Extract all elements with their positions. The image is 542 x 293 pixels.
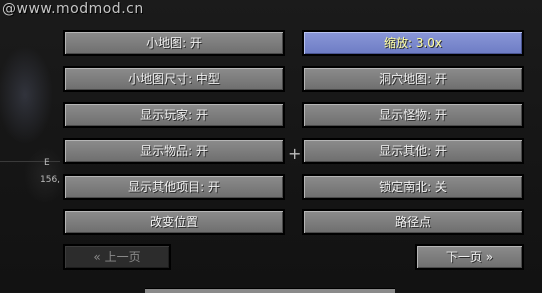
map-coordinate: 156, — [40, 175, 61, 185]
change-position-button[interactable]: 改变位置 — [63, 209, 285, 235]
watermark: @www.modmod.cn — [2, 1, 144, 17]
show-items-button[interactable]: 显示物品: 开 — [63, 138, 285, 164]
minimap-toggle-button[interactable]: 小地图: 开 — [63, 30, 285, 56]
map-grid-line — [0, 161, 60, 162]
next-page-button[interactable]: 下一页 » — [415, 244, 524, 270]
lock-north-button[interactable]: 锁定南北: 关 — [302, 174, 524, 200]
zoom-button[interactable]: 缩放: 3.0x — [302, 30, 524, 56]
previous-page-button[interactable]: « 上一页 — [63, 244, 171, 270]
show-others-button[interactable]: 显示其他: 开 — [302, 138, 524, 164]
crosshair-icon: + — [288, 144, 302, 163]
cave-map-button[interactable]: 洞穴地图: 开 — [302, 66, 524, 92]
map-axis-letter: E — [44, 158, 50, 168]
minimap-size-button[interactable]: 小地图尺寸: 中型 — [63, 66, 285, 92]
show-other-entities-button[interactable]: 显示其他项目: 开 — [63, 174, 285, 200]
show-mobs-button[interactable]: 显示怪物: 开 — [302, 102, 524, 128]
hotbar-edge — [145, 288, 395, 293]
show-players-button[interactable]: 显示玩家: 开 — [63, 102, 285, 128]
waypoints-button[interactable]: 路径点 — [302, 209, 524, 235]
